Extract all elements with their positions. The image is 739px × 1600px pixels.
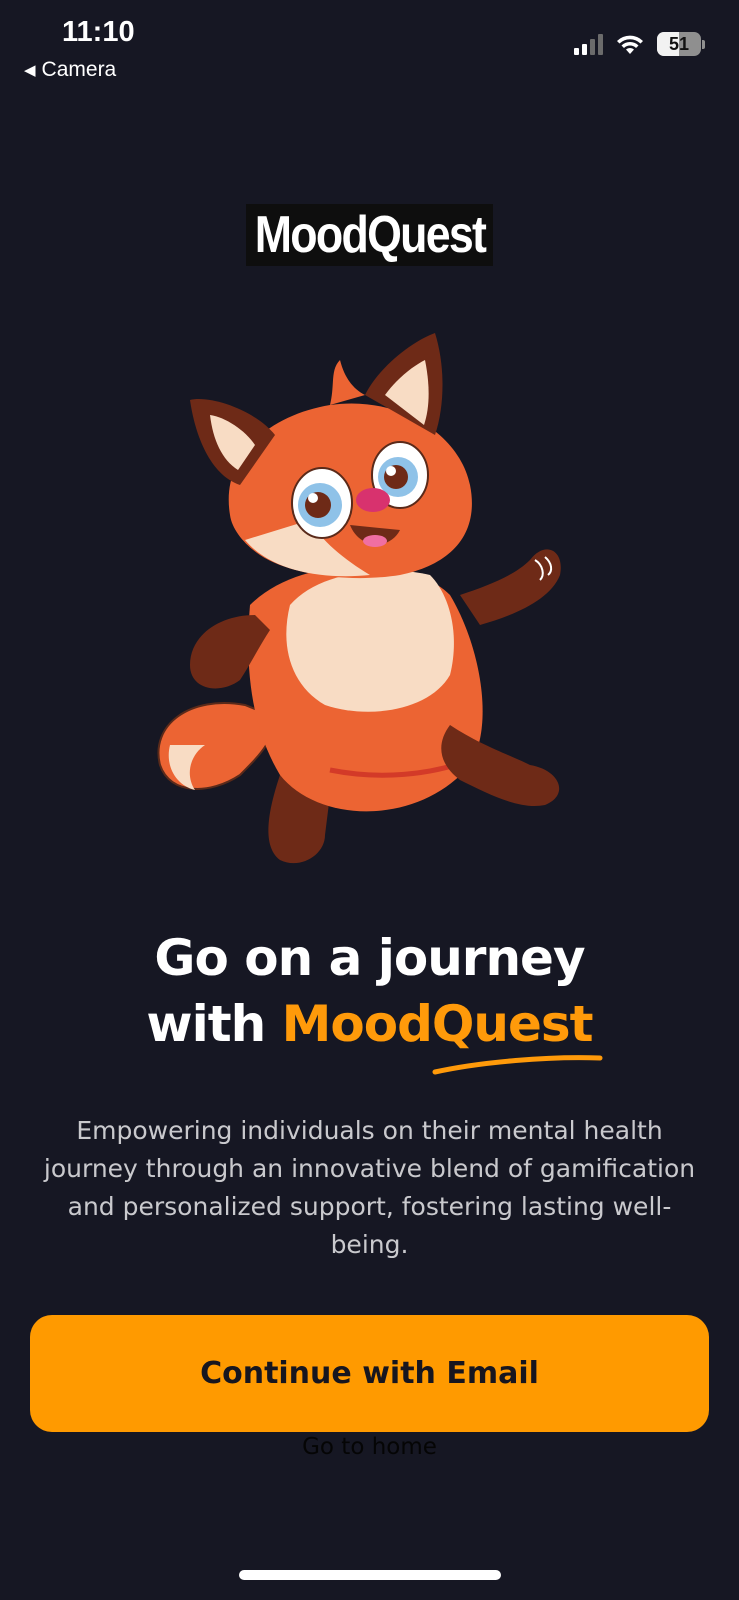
brush-underline-decoration [432,1055,603,1075]
description-text: Empowering individuals on their mental h… [43,1116,696,1259]
home-indicator[interactable] [239,1570,501,1580]
continue-with-email-button[interactable]: Continue with Email [30,1315,709,1432]
status-time: 11:10 [62,16,135,48]
cellular-signal-icon [574,33,603,55]
onboarding-screen: 11:10 ◀ Camera 51 MoodQuest Go on a jour… [0,0,739,1600]
wifi-icon [617,35,643,54]
go-to-home-link[interactable]: Go to home [0,1434,739,1460]
back-label: Camera [41,58,117,81]
battery-level: 51 [668,33,690,54]
back-to-camera-link[interactable]: ◀ Camera [24,58,116,82]
battery-icon: 51 [657,32,701,56]
back-triangle-icon: ◀ [24,62,36,79]
app-logo: MoodQuest [246,204,493,266]
headline-line-1: Go on a journey [154,929,585,987]
status-indicators: 51 [574,32,705,56]
logo-text: MoodQuest [254,206,486,264]
fox-mascot-illustration [157,333,561,864]
